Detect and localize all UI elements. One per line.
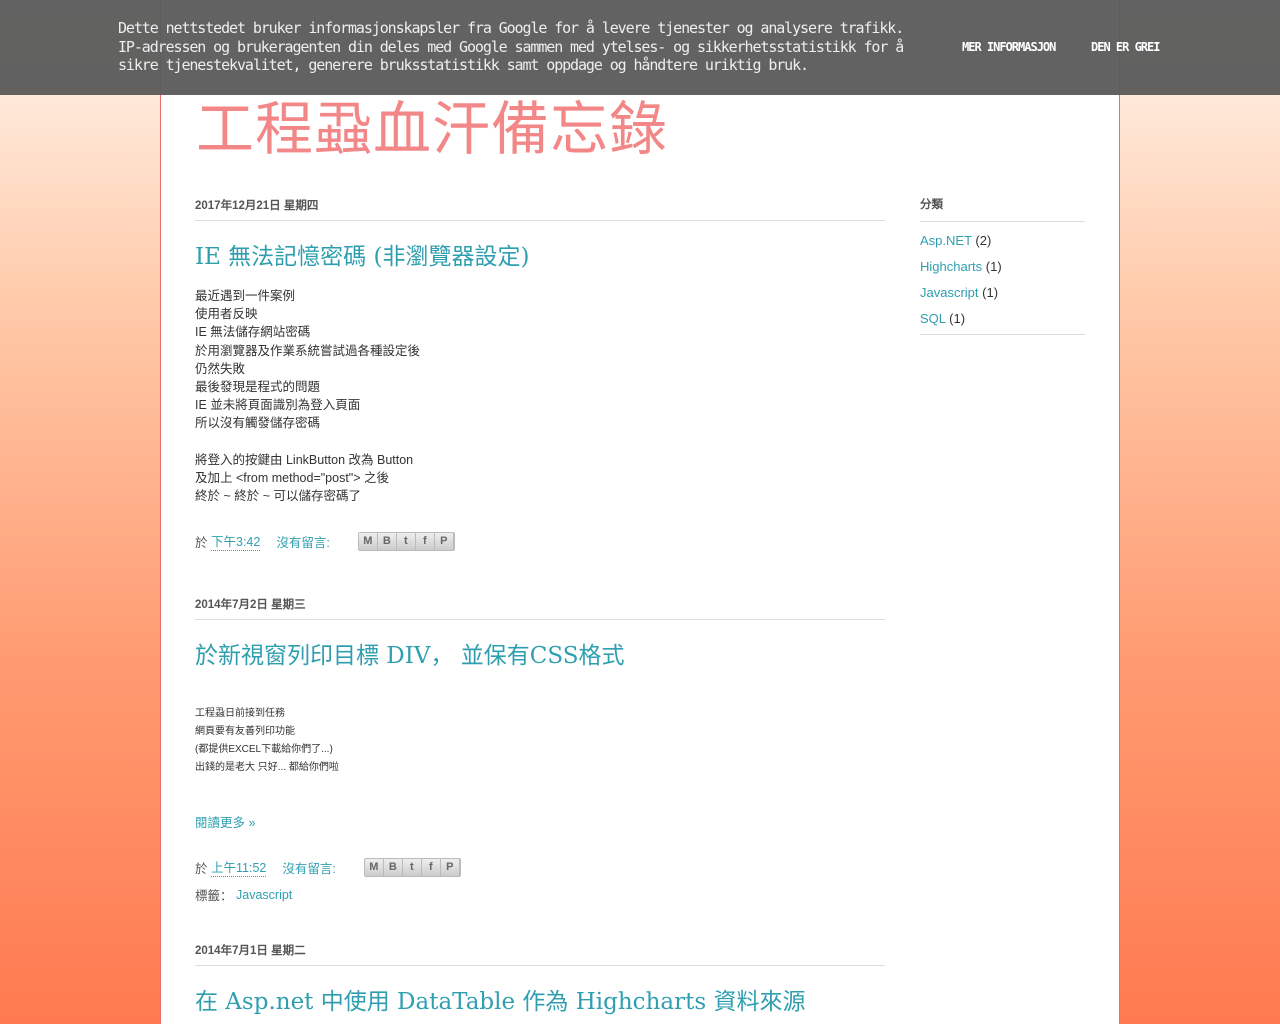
post-footer: 於 下午3:42 沒有留言: MBtfP (195, 531, 455, 551)
category-count: (1) (985, 259, 1002, 274)
blogger-icon[interactable]: B (377, 532, 397, 550)
cookie-message: Dette nettstedet bruker informasjonskaps… (118, 19, 904, 74)
post-line: 所以沒有觸發儲存密碼 (195, 416, 321, 431)
share-buttons: MBtfP (357, 531, 455, 551)
post-line: 使用者反映 (195, 307, 258, 322)
label-link[interactable]: Javascript (236, 888, 292, 902)
post-line: 終於 ~ 終於 ~ 可以儲存密碼了 (195, 489, 361, 504)
category-count: (2) (975, 233, 992, 248)
post-title[interactable]: 於新視窗列印目標 DIV， 並保有CSS格式 (195, 636, 624, 670)
post-line: 及加上 <from method="post"> 之後 (195, 470, 390, 485)
sidebar-item-aspnet: Asp.NET (2) (920, 233, 1085, 248)
post-line: 網頁要有友善列印功能 (195, 726, 295, 737)
category-link[interactable]: Asp.NET (920, 233, 972, 248)
post-line: 出錢的是老大 只好... 都給你們啦 (195, 762, 339, 773)
pinterest-icon[interactable]: P (434, 532, 454, 550)
sidebar-heading: 分類 (920, 196, 1085, 222)
comments-link[interactable]: 沒有留言: (282, 858, 335, 877)
post-line (195, 433, 420, 451)
sidebar-item-javascript: Javascript (1) (920, 285, 1085, 300)
post-title[interactable]: 在 Asp.net 中使用 DataTable 作為 Highcharts 資料… (195, 982, 805, 1016)
post-footer: 於 上午11:52 沒有留言: MBtfP (195, 857, 461, 877)
post-line: 工程蝨日前接到任務 (195, 708, 285, 719)
twitter-icon[interactable]: t (396, 532, 416, 550)
category-count: (1) (949, 311, 966, 326)
post-line: 最後發現是程式的問題 (195, 380, 321, 395)
labels-prefix: 標籤： (195, 889, 233, 903)
sidebar-categories: 分類 Asp.NET (2) Highcharts (1) Javascript (… (920, 196, 1085, 335)
more-info-button[interactable]: MER INFORMASJON (962, 40, 1056, 54)
post-line: IE 並未將頁面識別為登入頁面 (195, 398, 361, 413)
facebook-icon[interactable]: f (421, 858, 441, 876)
sidebar-item-sql: SQL (1) (920, 311, 1085, 326)
post-date: 2017年12月21日 星期四 (195, 197, 885, 221)
comments-link[interactable]: 沒有留言: (276, 532, 329, 551)
accept-cookies-button[interactable]: DEN ER GREI (1091, 40, 1160, 54)
category-count: (1) (982, 285, 999, 300)
category-link[interactable]: Javascript (920, 285, 979, 300)
email-icon[interactable]: M (364, 858, 384, 876)
cookie-banner: Dette nettstedet bruker informasjonskaps… (0, 0, 1280, 95)
category-link[interactable]: SQL (920, 311, 946, 326)
twitter-icon[interactable]: t (402, 858, 422, 876)
facebook-icon[interactable]: f (415, 532, 435, 550)
post-line: 仍然失敗 (195, 361, 246, 376)
at-label: 於 (195, 861, 208, 876)
post-line: 最近遇到一件案例 (195, 289, 296, 303)
pinterest-icon[interactable]: P (440, 858, 460, 876)
share-buttons: MBtfP (363, 857, 461, 877)
post-line: 於用瀏覽器及作業系統嘗試過各種設定後 (195, 343, 421, 358)
post-line: IE 無法儲存網站密碼 (195, 325, 311, 340)
category-link[interactable]: Highcharts (920, 259, 982, 274)
post-date: 2014年7月2日 星期三 (195, 596, 885, 620)
post-time-link[interactable]: 上午11:52 (211, 857, 267, 877)
post-line: (都提供EXCEL下載給你們了...) (195, 744, 333, 755)
post-date: 2014年7月1日 星期二 (195, 942, 885, 966)
email-icon[interactable]: M (358, 532, 378, 550)
post-body: 工程蝨日前接到任務 網頁要有友善列印功能 (都提供EXCEL下載給你們了...) 出錢… (195, 705, 339, 777)
post-time-link[interactable]: 下午3:42 (211, 531, 261, 551)
post-title[interactable]: IE 無法記憶密碼 (非瀏覽器設定) (195, 237, 529, 271)
post-labels: 標籤： Javascript (195, 885, 292, 904)
blogger-icon[interactable]: B (383, 858, 403, 876)
sidebar-item-highcharts: Highcharts (1) (920, 259, 1085, 274)
post-line: 將登入的按鍵由 LinkButton 改為 Button (195, 452, 414, 467)
post-body: 最近遇到一件案例 使用者反映 IE 無法儲存網站密碼於用瀏覽器及作業系統嘗試過各種設… (195, 287, 420, 505)
read-more-link[interactable]: 閱讀更多 » (195, 814, 255, 832)
at-label: 於 (195, 535, 208, 550)
